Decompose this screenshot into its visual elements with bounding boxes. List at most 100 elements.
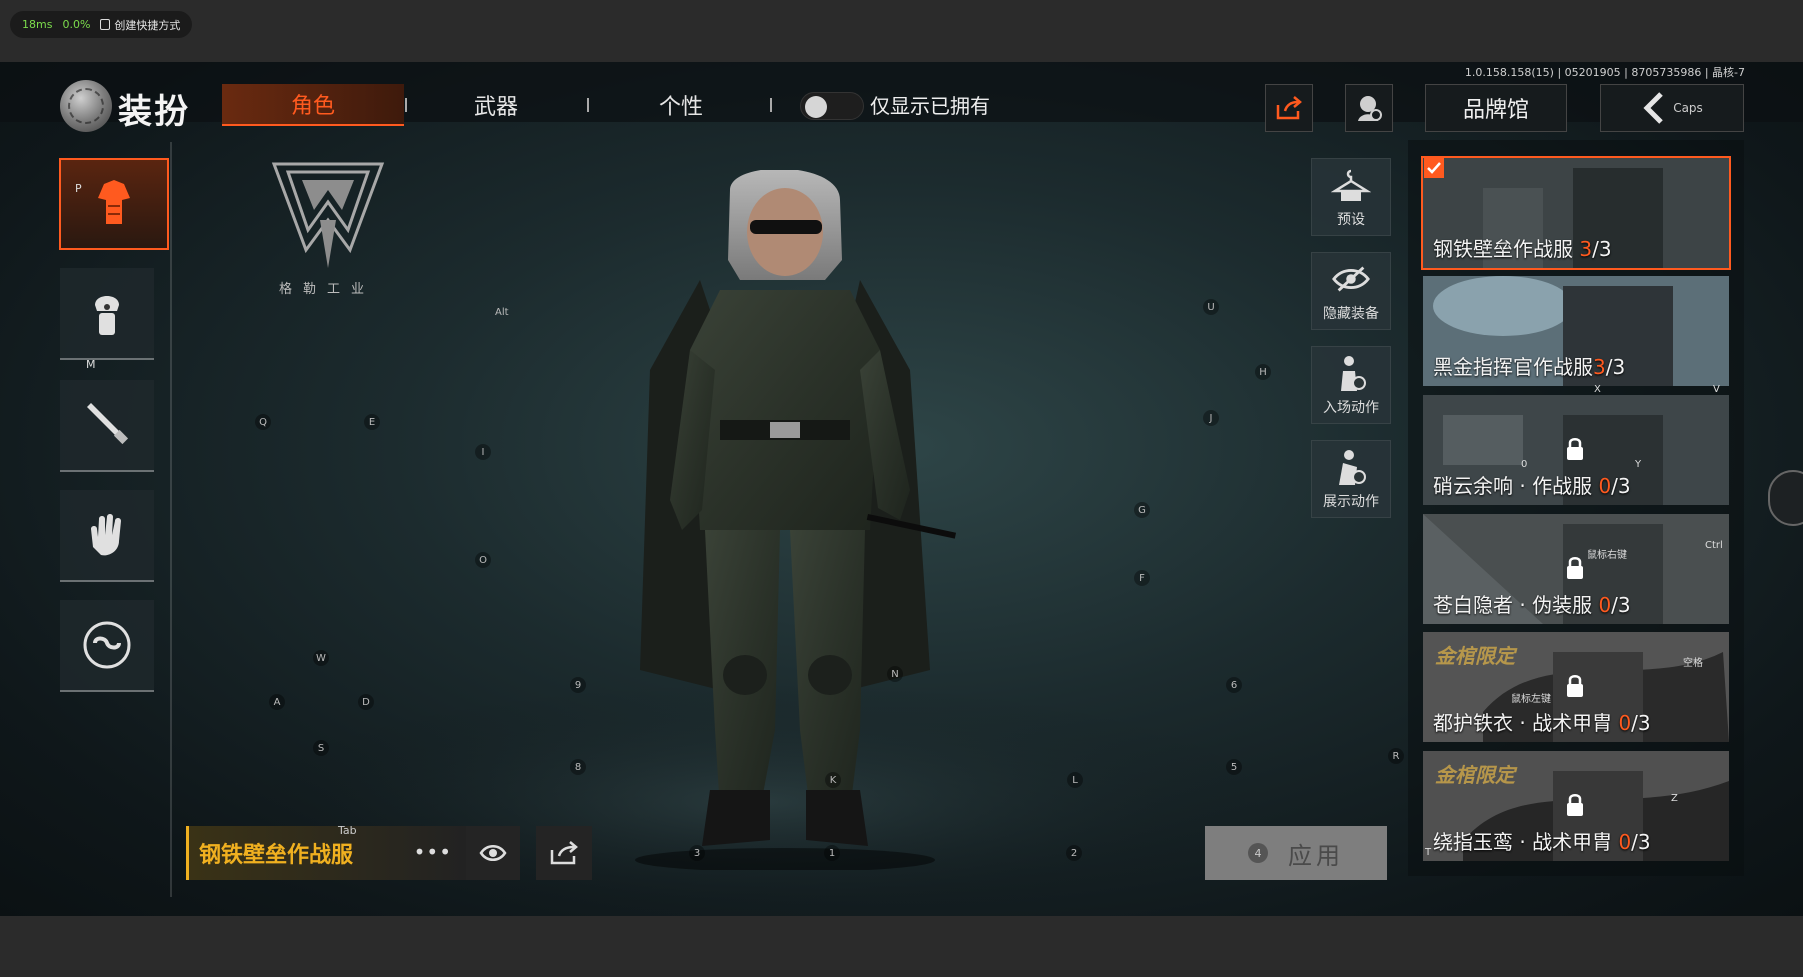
bottom-blank-bar [0, 916, 1803, 977]
outfit-card[interactable]: 0 Y 硝云余响 · 作战服 0/3 [1423, 395, 1729, 505]
brand-hall-button[interactable]: 品牌馆 [1425, 84, 1567, 132]
key-hint-0: 0 [1521, 459, 1528, 470]
key-hint-q: Q [255, 414, 271, 430]
performance-pill[interactable]: 18ms 0.0% 创建快捷方式 [10, 11, 193, 38]
key-hint-h: H [1255, 364, 1271, 380]
helmet-vest-icon [95, 296, 119, 335]
create-shortcut-link[interactable]: 创建快捷方式 [100, 17, 180, 33]
preset-label: 预设 [1337, 212, 1365, 228]
key-hint-s: S [313, 740, 329, 756]
brand-hall-label: 品牌馆 [1462, 98, 1529, 123]
limited-tag: 金棺限定 [1435, 644, 1515, 668]
back-key-hint: Caps [1673, 101, 1703, 115]
key-hint-n: N [887, 666, 903, 682]
glove-icon [91, 514, 121, 556]
apply-key-hint: 4 [1248, 843, 1268, 863]
slot-gloves[interactable] [60, 490, 154, 582]
preview-button[interactable] [466, 826, 520, 880]
key-hint-g: G [1134, 502, 1150, 518]
outfit-card[interactable]: 金棺限定 Z T 绕指玉鸾 · 战术甲胄 0/3 [1423, 751, 1729, 861]
hide-gear-button[interactable]: 隐藏装备 [1311, 252, 1391, 330]
key-hint-9: 9 [570, 677, 586, 693]
more-options-button[interactable]: ••• [414, 840, 452, 864]
selected-outfit-name: 钢铁壁垒作战服 [199, 843, 354, 868]
entrance-pose-button[interactable]: 入场动作 [1311, 346, 1391, 424]
slot-emblem[interactable] [60, 600, 154, 692]
profile-avatar-button[interactable] [1345, 84, 1393, 132]
apply-button[interactable]: 4 应用 [1205, 826, 1387, 880]
back-button[interactable]: Caps [1600, 84, 1744, 132]
operator-character-model[interactable] [610, 170, 960, 870]
create-shortcut-label: 创建快捷方式 [114, 18, 181, 32]
eye-slash-icon [1331, 259, 1371, 299]
key-hint-6: 6 [1226, 677, 1242, 693]
key-hint-l: L [1067, 772, 1083, 788]
tab-weapon-label: 武器 [473, 95, 518, 120]
key-hint-left-click: 鼠标左键 [1511, 694, 1551, 705]
key-hint-a: A [269, 694, 285, 710]
key-hint-ctrl: Ctrl [1705, 540, 1723, 551]
preset-button[interactable]: 预设 [1311, 158, 1391, 236]
eye-icon [479, 845, 507, 861]
key-hint-1: 1 [824, 845, 840, 861]
outfit-name: 硝云余响 · 作战服 0/3 [1433, 474, 1631, 498]
outfit-name: 绕指玉鸾 · 战术甲胄 0/3 [1433, 830, 1651, 854]
key-hint-tab: Tab [338, 824, 357, 837]
chevron-left-icon [1643, 92, 1663, 124]
key-hint-d: D [358, 694, 374, 710]
operator-head-icon [1358, 96, 1382, 121]
key-hint-x: X [1594, 384, 1601, 395]
brand-name-text: 格勒工业 [278, 282, 375, 297]
key-hint-y: Y [1635, 459, 1642, 470]
slot-key-hint-m: M [86, 358, 96, 371]
slot-melee[interactable] [60, 380, 154, 472]
outfit-card[interactable]: 金棺限定 鼠标左键 空格 都护铁衣 · 战术甲胄 0/3 [1423, 632, 1729, 742]
key-hint-8: 8 [570, 759, 586, 775]
outfit-card[interactable]: 黑金指挥官作战服3/3 [1423, 276, 1729, 386]
outfit-name: 苍白隐者 · 伪装服 0/3 [1433, 593, 1631, 617]
tab-weapon[interactable]: 武器 [405, 84, 587, 126]
key-hint-5: 5 [1226, 759, 1242, 775]
display-pose-button[interactable]: 展示动作 [1311, 440, 1391, 518]
emblem-icon [83, 621, 131, 669]
brand-logo-icon [271, 162, 385, 268]
key-hint-right-click: 鼠标右键 [1587, 550, 1627, 561]
slot-outfit[interactable]: P [59, 158, 169, 250]
outfit-slot-icon [98, 180, 130, 224]
key-hint-space: 空格 [1683, 658, 1703, 669]
share-icon [1276, 96, 1302, 120]
knife-icon [87, 403, 129, 445]
lock-icon [1567, 675, 1583, 697]
selected-outfit-bar[interactable]: 钢铁壁垒作战服 ••• [186, 826, 466, 880]
tab-separator [587, 98, 589, 112]
owned-only-toggle[interactable] [800, 92, 864, 120]
key-hint-r: R [1388, 748, 1404, 764]
key-hint-z: Z [1671, 793, 1678, 804]
outfit-card[interactable]: 鼠标右键 Ctrl 苍白隐者 · 伪装服 0/3 [1423, 514, 1729, 624]
tab-personality[interactable]: 个性 [590, 84, 772, 126]
tab-personality-label: 个性 [658, 95, 703, 120]
apply-label: 应用 [1288, 841, 1344, 870]
tab-character[interactable]: 角色 [222, 84, 404, 126]
packet-loss-readout: 0.0% [62, 18, 91, 31]
lock-icon [1567, 557, 1583, 579]
display-pose-icon [1331, 447, 1371, 487]
launcher-overlay-bar: 18ms 0.0% 创建快捷方式 [0, 0, 1803, 60]
key-hint-e: E [364, 414, 380, 430]
key-hint-o: O [475, 552, 491, 568]
share-button[interactable] [1265, 84, 1313, 132]
toggle-knob [805, 96, 827, 118]
hide-gear-label: 隐藏装备 [1323, 306, 1379, 322]
key-hint-3: 3 [689, 845, 705, 861]
limited-tag: 金棺限定 [1435, 763, 1515, 787]
share-outfit-button[interactable] [536, 826, 592, 880]
lock-icon [1567, 794, 1583, 816]
outfit-card[interactable]: 钢铁壁垒作战服 3/3 [1421, 156, 1731, 270]
left-column-divider [170, 142, 172, 897]
share-icon [550, 841, 578, 865]
tab-separator [770, 98, 772, 112]
hanger-icon [1331, 165, 1371, 205]
tab-character-label: 角色 [290, 94, 335, 119]
globe-logo-icon [60, 80, 112, 132]
slot-helmet-vest[interactable]: M [60, 268, 154, 371]
